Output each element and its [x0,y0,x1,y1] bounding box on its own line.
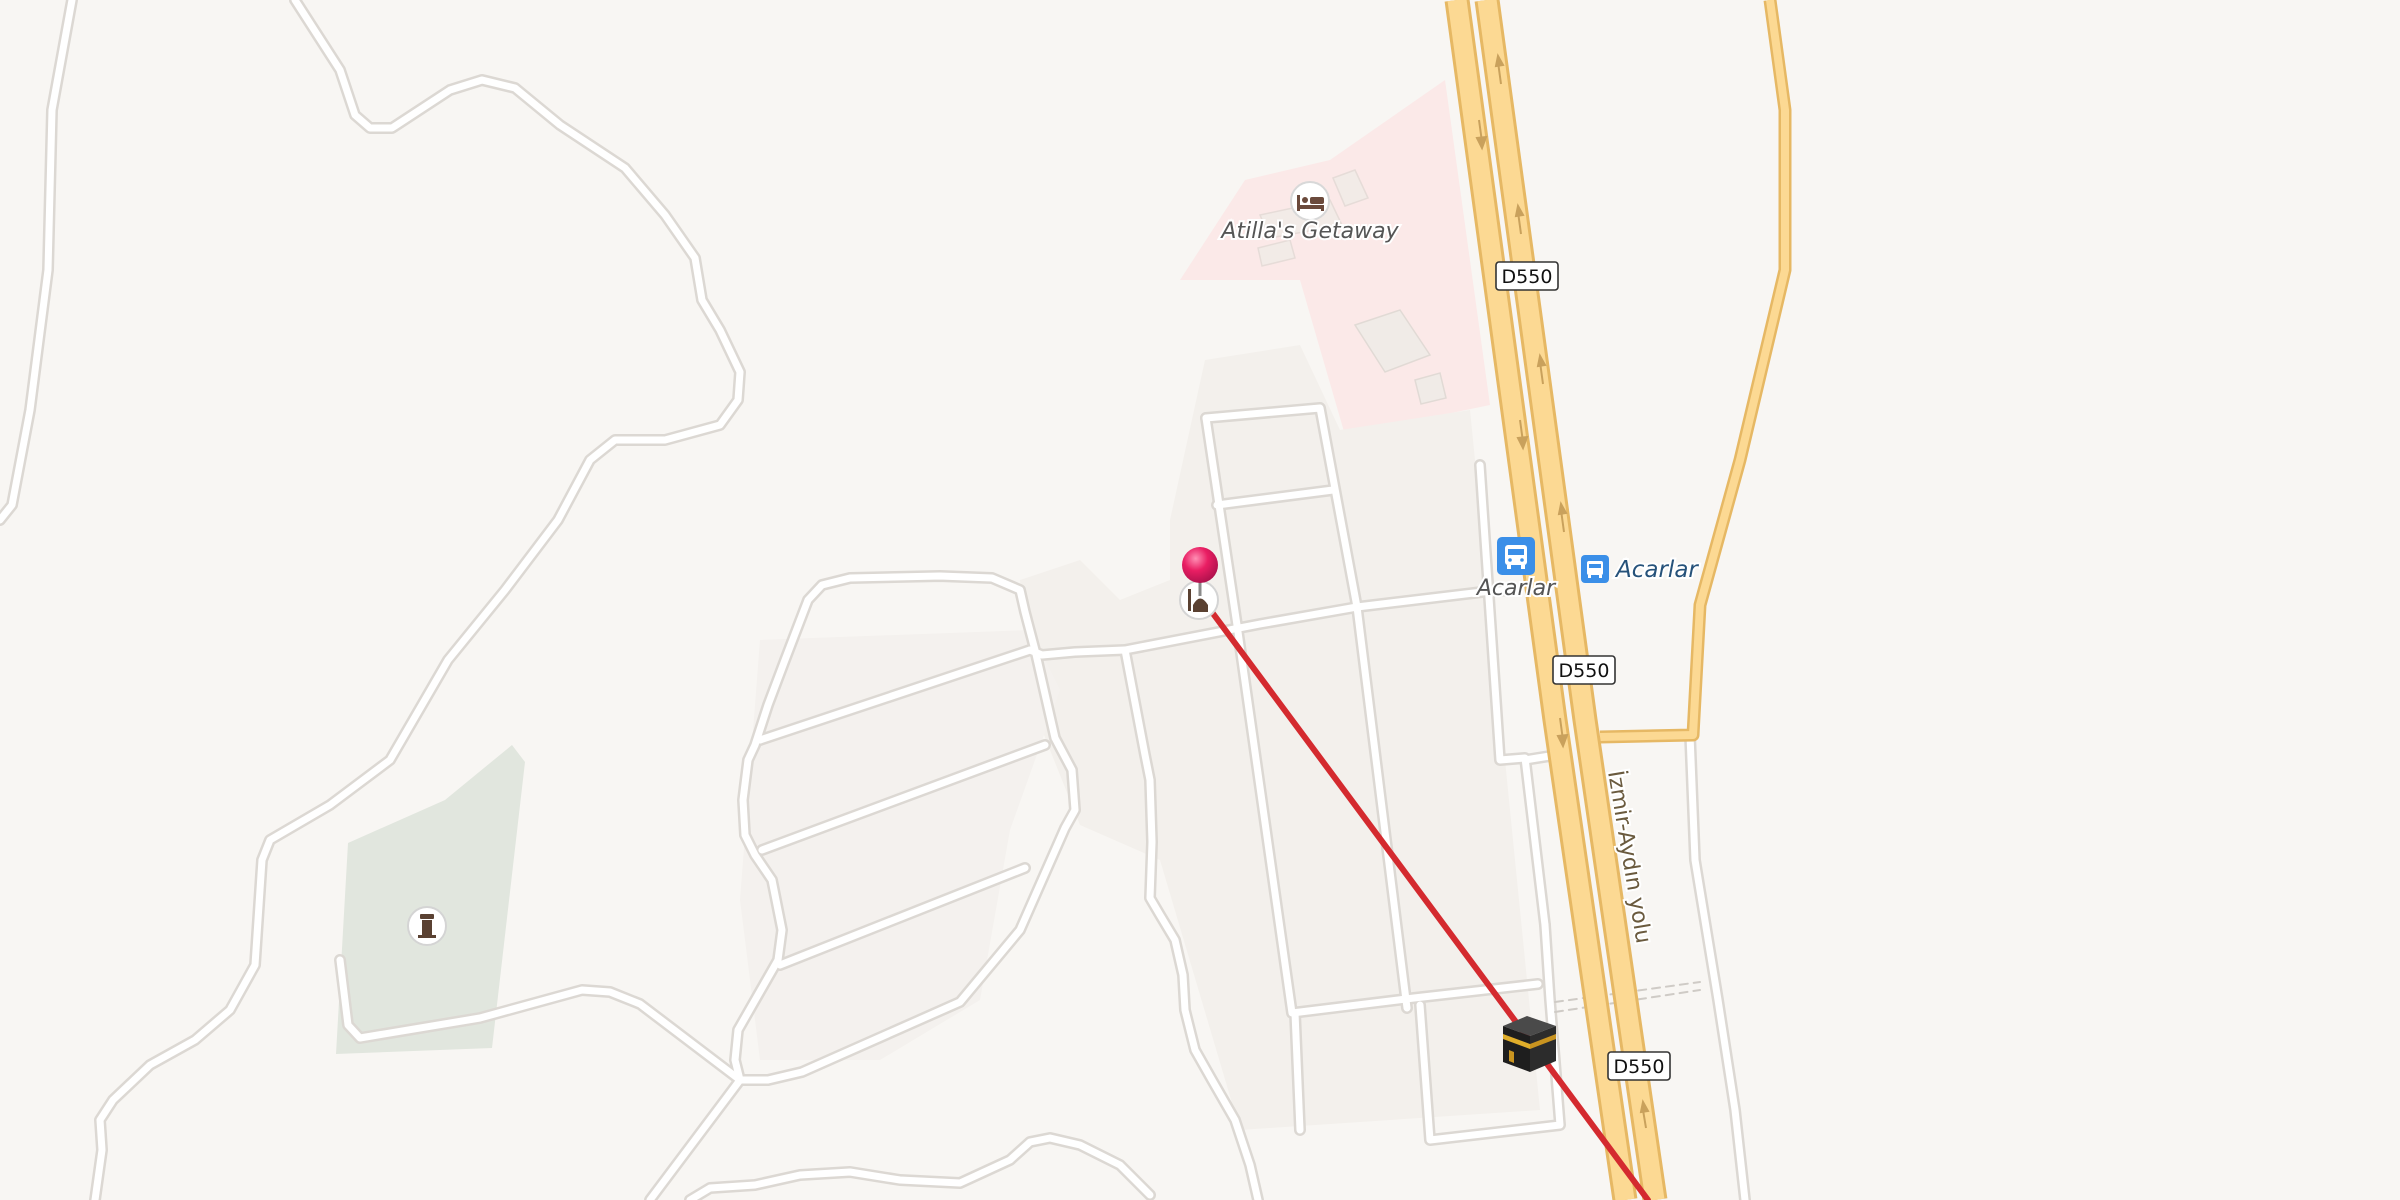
bus-stop-label: Acarlar [1614,557,1699,583]
location-pin-icon [1182,547,1218,583]
bus-stop-label: Acarlar [1475,576,1557,601]
hotel-poi[interactable] [1290,181,1330,221]
bus-stop-small[interactable] [1581,555,1609,583]
map-canvas[interactable]: İzmir-Aydın yolu D550 D550 D550 Atilla's… [0,0,2400,1200]
bus-stop-large[interactable] [1497,537,1535,575]
route-shield-label: D550 [1559,660,1610,682]
route-shield: D550 [1495,261,1559,291]
destination-marker[interactable] [1503,1016,1556,1072]
route-shield-label: D550 [1614,1056,1665,1078]
route-shield: D550 [1552,655,1616,685]
hotel-name-label: Atilla's Getaway [1219,219,1399,244]
route-shield-label: D550 [1502,266,1553,288]
route-shield: D550 [1607,1051,1671,1081]
minor-road [1291,1009,1304,1134]
kaaba-icon [1503,1016,1556,1072]
cemetery-poi[interactable] [407,906,447,946]
